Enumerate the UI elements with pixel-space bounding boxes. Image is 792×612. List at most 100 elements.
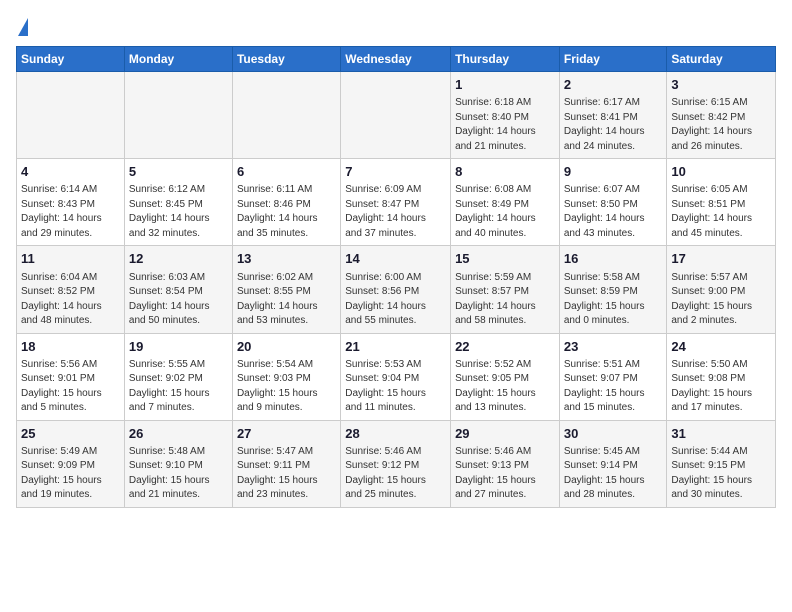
calendar-table: SundayMondayTuesdayWednesdayThursdayFrid…: [16, 46, 776, 508]
calendar-cell: 4 Sunrise: 6:14 AM Sunset: 8:43 PM Daylig…: [17, 159, 125, 246]
day-info: Sunrise: 5:58 AM Sunset: 8:59 PM Dayligh…: [564, 271, 663, 329]
logo-triangle-icon: [18, 18, 28, 36]
day-info: Sunrise: 6:09 AM Sunset: 8:47 PM Dayligh…: [345, 183, 446, 241]
calendar-cell: 21 Sunrise: 5:53 AM Sunset: 9:04 PM Dayli…: [341, 333, 451, 420]
day-number: 29: [455, 425, 555, 443]
calendar-week-2: 4 Sunrise: 6:14 AM Sunset: 8:43 PM Daylig…: [17, 159, 776, 246]
day-number: 13: [237, 250, 336, 268]
day-info: Sunrise: 5:53 AM Sunset: 9:04 PM Dayligh…: [345, 358, 446, 416]
day-number: 6: [237, 163, 336, 181]
calendar-cell: 18Sunrise: 5:56 AM Sunset: 9:01 PM Dayli…: [17, 333, 125, 420]
day-number: 17: [671, 250, 771, 268]
day-number: 7: [345, 163, 446, 181]
day-info: Sunrise: 6:14 AM Sunset: 8:43 PM Dayligh…: [21, 183, 120, 241]
day-number: 5: [129, 163, 228, 181]
calendar-cell: 22Sunrise: 5:52 AM Sunset: 9:05 PM Dayli…: [451, 333, 560, 420]
day-number: 25: [21, 425, 120, 443]
calendar-cell: 14Sunrise: 6:00 AM Sunset: 8:56 PM Dayli…: [341, 246, 451, 333]
calendar-cell: 19Sunrise: 5:55 AM Sunset: 9:02 PM Dayli…: [124, 333, 232, 420]
day-info: Sunrise: 5:44 AM Sunset: 9:15 PM Dayligh…: [671, 445, 771, 503]
col-header-saturday: Saturday: [667, 47, 776, 72]
day-info: Sunrise: 6:05 AM Sunset: 8:51 PM Dayligh…: [671, 183, 771, 241]
day-number: 15: [455, 250, 555, 268]
day-number: 24: [671, 338, 771, 356]
day-info: Sunrise: 6:11 AM Sunset: 8:46 PM Dayligh…: [237, 183, 336, 241]
col-header-sunday: Sunday: [17, 47, 125, 72]
day-info: Sunrise: 6:18 AM Sunset: 8:40 PM Dayligh…: [455, 96, 555, 154]
calendar-cell: 9 Sunrise: 6:07 AM Sunset: 8:50 PM Daylig…: [559, 159, 667, 246]
calendar-cell: 28 Sunrise: 5:46 AM Sunset: 9:12 PM Dayli…: [341, 420, 451, 507]
calendar-week-5: 25 Sunrise: 5:49 AM Sunset: 9:09 PM Dayli…: [17, 420, 776, 507]
day-info: Sunrise: 5:46 AM Sunset: 9:12 PM Dayligh…: [345, 445, 446, 503]
calendar-cell: 26 Sunrise: 5:48 AM Sunset: 9:10 PM Dayli…: [124, 420, 232, 507]
day-info: Sunrise: 5:49 AM Sunset: 9:09 PM Dayligh…: [21, 445, 120, 503]
calendar-cell: 17 Sunrise: 5:57 AM Sunset: 9:00 PM Dayli…: [667, 246, 776, 333]
day-number: 21: [345, 338, 446, 356]
calendar-cell: 12 Sunrise: 6:03 AM Sunset: 8:54 PM Dayli…: [124, 246, 232, 333]
calendar-cell: 2 Sunrise: 6:17 AM Sunset: 8:41 PM Daylig…: [559, 72, 667, 159]
calendar-cell: 30 Sunrise: 5:45 AM Sunset: 9:14 PM Dayli…: [559, 420, 667, 507]
calendar-cell: 16 Sunrise: 5:58 AM Sunset: 8:59 PM Dayli…: [559, 246, 667, 333]
day-info: Sunrise: 6:03 AM Sunset: 8:54 PM Dayligh…: [129, 271, 228, 329]
calendar-week-3: 11Sunrise: 6:04 AM Sunset: 8:52 PM Dayli…: [17, 246, 776, 333]
day-number: 1: [455, 76, 555, 94]
calendar-cell: 27 Sunrise: 5:47 AM Sunset: 9:11 PM Dayli…: [232, 420, 340, 507]
day-info: Sunrise: 5:45 AM Sunset: 9:14 PM Dayligh…: [564, 445, 663, 503]
day-info: Sunrise: 5:59 AM Sunset: 8:57 PM Dayligh…: [455, 271, 555, 329]
day-info: Sunrise: 6:02 AM Sunset: 8:55 PM Dayligh…: [237, 271, 336, 329]
calendar-cell: [124, 72, 232, 159]
page-header: [16, 16, 776, 36]
calendar-cell: [341, 72, 451, 159]
day-number: 3: [671, 76, 771, 94]
calendar-cell: 25 Sunrise: 5:49 AM Sunset: 9:09 PM Dayli…: [17, 420, 125, 507]
calendar-week-4: 18Sunrise: 5:56 AM Sunset: 9:01 PM Dayli…: [17, 333, 776, 420]
day-number: 28: [345, 425, 446, 443]
day-info: Sunrise: 5:47 AM Sunset: 9:11 PM Dayligh…: [237, 445, 336, 503]
calendar-cell: [17, 72, 125, 159]
day-number: 10: [671, 163, 771, 181]
calendar-cell: 7 Sunrise: 6:09 AM Sunset: 8:47 PM Daylig…: [341, 159, 451, 246]
calendar-week-1: 1 Sunrise: 6:18 AM Sunset: 8:40 PM Daylig…: [17, 72, 776, 159]
day-number: 30: [564, 425, 663, 443]
col-header-monday: Monday: [124, 47, 232, 72]
day-number: 9: [564, 163, 663, 181]
day-number: 23: [564, 338, 663, 356]
day-info: Sunrise: 6:07 AM Sunset: 8:50 PM Dayligh…: [564, 183, 663, 241]
day-number: 4: [21, 163, 120, 181]
day-info: Sunrise: 6:00 AM Sunset: 8:56 PM Dayligh…: [345, 271, 446, 329]
day-number: 27: [237, 425, 336, 443]
day-number: 16: [564, 250, 663, 268]
day-info: Sunrise: 6:15 AM Sunset: 8:42 PM Dayligh…: [671, 96, 771, 154]
calendar-cell: [232, 72, 340, 159]
calendar-cell: 3 Sunrise: 6:15 AM Sunset: 8:42 PM Daylig…: [667, 72, 776, 159]
day-info: Sunrise: 6:08 AM Sunset: 8:49 PM Dayligh…: [455, 183, 555, 241]
calendar-cell: 5Sunrise: 6:12 AM Sunset: 8:45 PM Daylig…: [124, 159, 232, 246]
day-info: Sunrise: 6:17 AM Sunset: 8:41 PM Dayligh…: [564, 96, 663, 154]
calendar-cell: 1 Sunrise: 6:18 AM Sunset: 8:40 PM Daylig…: [451, 72, 560, 159]
day-number: 20: [237, 338, 336, 356]
calendar-cell: 8Sunrise: 6:08 AM Sunset: 8:49 PM Daylig…: [451, 159, 560, 246]
day-number: 19: [129, 338, 228, 356]
calendar-cell: 11Sunrise: 6:04 AM Sunset: 8:52 PM Dayli…: [17, 246, 125, 333]
calendar-cell: 15 Sunrise: 5:59 AM Sunset: 8:57 PM Dayli…: [451, 246, 560, 333]
col-header-thursday: Thursday: [451, 47, 560, 72]
day-number: 31: [671, 425, 771, 443]
day-number: 18: [21, 338, 120, 356]
calendar-cell: 6 Sunrise: 6:11 AM Sunset: 8:46 PM Daylig…: [232, 159, 340, 246]
day-info: Sunrise: 5:57 AM Sunset: 9:00 PM Dayligh…: [671, 271, 771, 329]
day-info: Sunrise: 5:54 AM Sunset: 9:03 PM Dayligh…: [237, 358, 336, 416]
col-header-wednesday: Wednesday: [341, 47, 451, 72]
calendar-cell: 24Sunrise: 5:50 AM Sunset: 9:08 PM Dayli…: [667, 333, 776, 420]
col-header-friday: Friday: [559, 47, 667, 72]
day-number: 12: [129, 250, 228, 268]
day-info: Sunrise: 5:48 AM Sunset: 9:10 PM Dayligh…: [129, 445, 228, 503]
day-info: Sunrise: 5:52 AM Sunset: 9:05 PM Dayligh…: [455, 358, 555, 416]
logo: [16, 16, 28, 36]
day-number: 26: [129, 425, 228, 443]
day-number: 2: [564, 76, 663, 94]
col-header-tuesday: Tuesday: [232, 47, 340, 72]
calendar-cell: 23Sunrise: 5:51 AM Sunset: 9:07 PM Dayli…: [559, 333, 667, 420]
calendar-cell: 20 Sunrise: 5:54 AM Sunset: 9:03 PM Dayli…: [232, 333, 340, 420]
calendar-cell: 13 Sunrise: 6:02 AM Sunset: 8:55 PM Dayli…: [232, 246, 340, 333]
calendar-cell: 29Sunrise: 5:46 AM Sunset: 9:13 PM Dayli…: [451, 420, 560, 507]
